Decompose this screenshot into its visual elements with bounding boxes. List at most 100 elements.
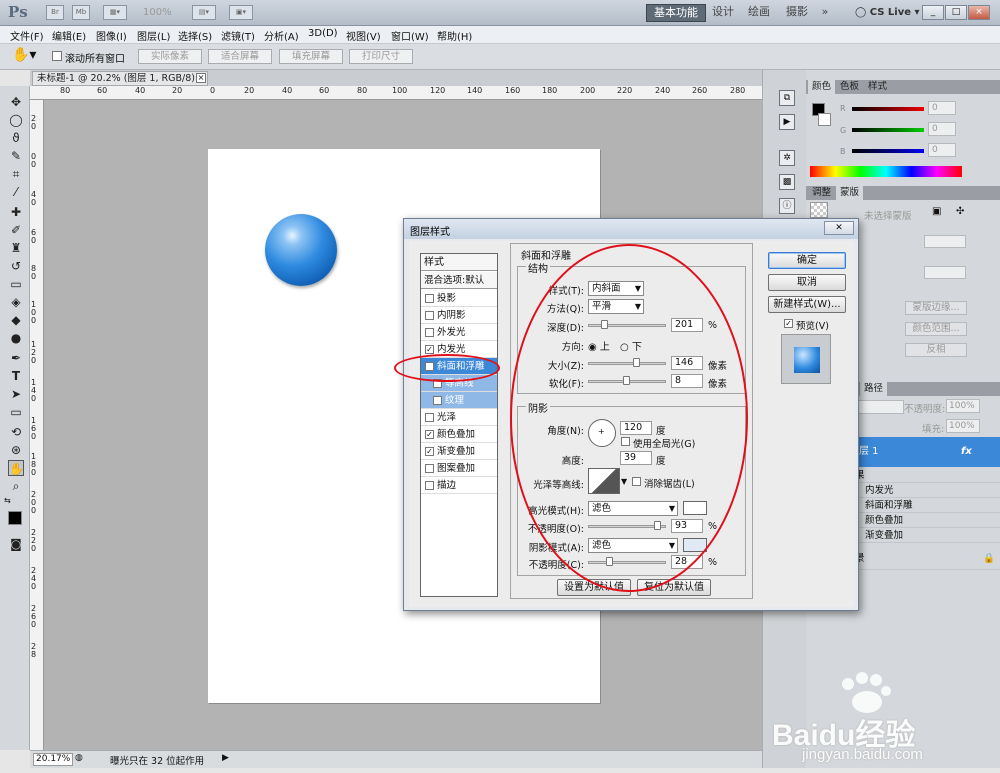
dodge-tool-icon[interactable]: ● — [8, 330, 24, 346]
view-extras-icon[interactable]: ▦▾ — [103, 5, 127, 20]
close-button[interactable]: × — [968, 5, 990, 20]
style-item-satin[interactable]: 光泽 — [421, 409, 497, 426]
workspace-photo[interactable]: 摄影 — [785, 4, 809, 22]
quick-select-tool-icon[interactable]: ✎ — [8, 148, 24, 164]
effect-item[interactable]: 颜色叠加 — [855, 513, 1000, 528]
r-slider[interactable] — [852, 107, 924, 111]
shape-tool-icon[interactable]: ▭ — [8, 404, 24, 420]
cancel-button[interactable]: 取消 — [768, 274, 846, 291]
checkbox[interactable] — [425, 294, 434, 303]
opacity-value[interactable]: 100% — [946, 399, 980, 413]
tab-styles[interactable]: 样式 — [864, 80, 891, 94]
color-bg-swatch[interactable] — [818, 113, 831, 126]
g-value[interactable]: 0 — [928, 122, 956, 136]
brushes-icon[interactable]: ✲ — [779, 150, 795, 166]
cslive-button[interactable]: ◯ CS Live ▾ — [855, 5, 920, 21]
pen-tool-icon[interactable]: ✒ — [8, 350, 24, 366]
tab-adjustments[interactable]: 调整 — [808, 186, 835, 200]
actions-icon[interactable]: ▶ — [779, 114, 795, 130]
status-zoom[interactable]: 20.17% — [33, 753, 73, 766]
menu-layer[interactable]: 图层(L) — [137, 28, 170, 43]
history-icon[interactable]: ⧉ — [779, 90, 795, 106]
swap-colors-icon[interactable]: ⇆ — [4, 496, 11, 505]
color-spectrum[interactable] — [810, 166, 962, 177]
workspace-design[interactable]: 设计 — [711, 4, 735, 22]
menu-3d[interactable]: 3D(D) — [308, 28, 338, 39]
screen-mode-icon[interactable]: ▣▾ — [229, 5, 253, 20]
lasso-tool-icon[interactable]: ϑ — [8, 130, 24, 146]
effect-item[interactable]: 内发光 — [855, 483, 1000, 498]
crop-tool-icon[interactable]: ⌗ — [8, 166, 24, 182]
b-value[interactable]: 0 — [928, 143, 956, 157]
marquee-tool-icon[interactable]: ◯ — [8, 112, 24, 128]
ok-button[interactable]: 确定 — [768, 252, 846, 269]
menu-file[interactable]: 文件(F) — [10, 28, 44, 43]
restore-button[interactable]: □ — [945, 5, 967, 20]
new-style-button[interactable]: 新建样式(W)... — [768, 296, 846, 313]
path-select-tool-icon[interactable]: ➤ — [8, 386, 24, 402]
hand-tool-icon[interactable]: ✋▾ — [12, 47, 36, 63]
style-item-stroke[interactable]: 描边 — [421, 477, 497, 494]
b-slider[interactable] — [852, 149, 924, 153]
feather-field[interactable] — [924, 266, 966, 279]
scroll-all-checkbox[interactable] — [52, 51, 62, 61]
healing-brush-tool-icon[interactable]: ✚ — [8, 204, 24, 220]
zoom-tool-icon[interactable]: ⌕ — [8, 478, 24, 494]
background-layer-row[interactable]: 景 🔒 — [855, 548, 1000, 570]
hand-tool-icon[interactable]: ✋ — [8, 460, 24, 476]
fill-screen-button[interactable]: 填充屏幕 — [279, 49, 343, 64]
checkbox-checked[interactable]: ✓ — [425, 345, 434, 354]
eyedropper-tool-icon[interactable]: ⁄ — [8, 184, 24, 200]
vector-mask-icon[interactable]: ✣ — [956, 206, 964, 217]
actual-pixels-button[interactable]: 实际像素 — [138, 49, 202, 64]
status-arrow-icon[interactable]: ▶ — [222, 753, 229, 763]
foreground-color-swatch[interactable] — [8, 511, 22, 525]
checkbox-checked[interactable]: ✓ — [425, 430, 434, 439]
document-tab-close-icon[interactable]: × — [196, 73, 206, 83]
move-tool-icon[interactable]: ✥ — [8, 94, 24, 110]
more-workspaces-icon[interactable]: » — [818, 4, 832, 22]
g-slider[interactable] — [852, 128, 924, 132]
menu-filter[interactable]: 滤镜(T) — [221, 28, 255, 43]
tab-color[interactable]: 颜色 — [808, 80, 836, 94]
menu-view[interactable]: 视图(V) — [346, 28, 381, 43]
checkbox[interactable] — [425, 311, 434, 320]
type-tool-icon[interactable]: T — [8, 368, 24, 384]
3d-orbit-tool-icon[interactable]: ⊛ — [8, 442, 24, 458]
style-list-head[interactable]: 样式 — [421, 254, 497, 271]
checkbox-checked[interactable]: ✓ — [425, 447, 434, 456]
fit-screen-button[interactable]: 适合屏幕 — [208, 49, 272, 64]
blend-mode-select[interactable] — [856, 400, 904, 414]
clone-stamp-tool-icon[interactable]: ♜ — [8, 240, 24, 256]
effect-item[interactable]: 斜面和浮雕 — [855, 498, 1000, 513]
layer-row-selected[interactable]: 层 1 fx — [855, 437, 1000, 467]
zoom-level[interactable]: 100% — [143, 5, 172, 21]
workspace-basic[interactable]: 基本功能 — [646, 4, 706, 22]
checkbox[interactable] — [425, 481, 434, 490]
paint-bucket-tool-icon[interactable]: ◈ — [8, 294, 24, 310]
menu-window[interactable]: 窗口(W) — [391, 28, 429, 43]
fill-value[interactable]: 100% — [946, 419, 980, 433]
menu-edit[interactable]: 编辑(E) — [52, 28, 86, 43]
bridge-icon[interactable]: Br — [46, 5, 64, 20]
menu-analysis[interactable]: 分析(A) — [264, 28, 299, 43]
workspace-paint[interactable]: 绘画 — [747, 4, 771, 22]
dialog-close-button[interactable]: ✕ — [824, 221, 854, 235]
minimize-button[interactable]: _ — [922, 5, 944, 20]
checkbox[interactable] — [425, 328, 434, 337]
tab-swatches[interactable]: 色板 — [836, 80, 863, 94]
pixel-mask-icon[interactable]: ▣ — [932, 206, 941, 217]
menu-help[interactable]: 帮助(H) — [437, 28, 472, 43]
menu-image[interactable]: 图像(I) — [96, 28, 127, 43]
style-item-drop-shadow[interactable]: 投影 — [421, 290, 497, 307]
info-icon[interactable]: ⓘ — [779, 198, 795, 214]
fx-icon[interactable]: fx — [961, 437, 972, 467]
history-brush-tool-icon[interactable]: ↺ — [8, 258, 24, 274]
style-item-color-overlay[interactable]: ✓ 颜色叠加 — [421, 426, 497, 443]
minibridge-icon[interactable]: Mb — [72, 5, 90, 20]
arrange-docs-icon[interactable]: ▤▾ — [192, 5, 216, 20]
checkbox[interactable] — [425, 413, 434, 422]
effect-item[interactable]: 渐变叠加 — [855, 528, 1000, 543]
menu-select[interactable]: 选择(S) — [178, 28, 212, 43]
brush-tool-icon[interactable]: ✐ — [8, 222, 24, 238]
